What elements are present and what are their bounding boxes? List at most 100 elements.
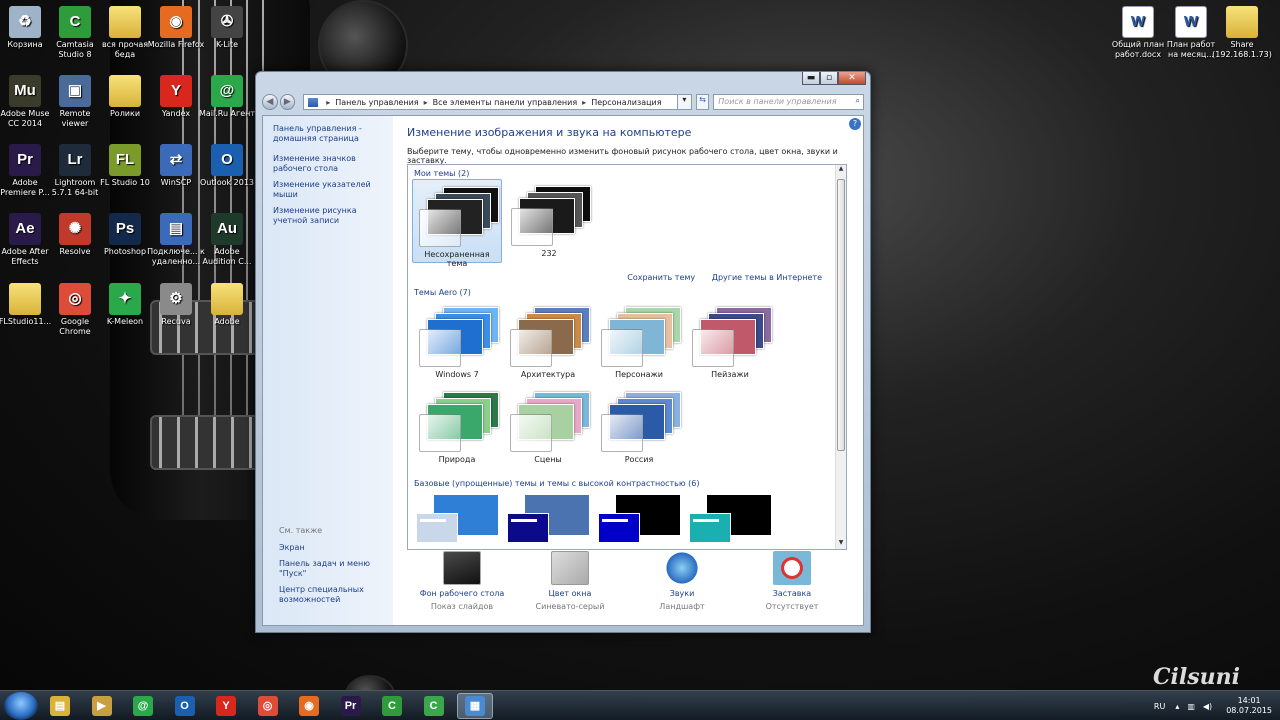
- network-icon[interactable]: ▥: [1187, 702, 1195, 711]
- link-desktop-icons[interactable]: Изменение значков рабочего стола: [273, 154, 383, 174]
- taskbar: ▤ ▶ @ O Y ◎ ◉ Pr C C ▦ RU ▴ ▥ ◀) 14:01 08.07.2015: [0, 690, 1280, 720]
- resolve-icon: ✺: [59, 213, 91, 245]
- remote-desktop-icon: ▤: [160, 213, 192, 245]
- back-button[interactable]: ◀: [262, 94, 278, 110]
- theme-item[interactable]: Природа: [412, 385, 502, 469]
- window-client-area: Панель управления - домашняя страница Из…: [262, 115, 864, 626]
- sounds-icon: [663, 551, 701, 585]
- basic-theme-item[interactable]: [503, 491, 593, 549]
- link-control-panel-home[interactable]: Панель управления - домашняя страница: [273, 124, 383, 144]
- desktop-icon[interactable]: ✇ K-Lite: [197, 6, 257, 50]
- theme-preview: [417, 183, 499, 247]
- desktop-icon[interactable]: W Общий план работ.docx: [1108, 6, 1168, 60]
- desktop-icon[interactable]: Au Adobe Audition C...: [197, 213, 257, 267]
- basic-theme-item[interactable]: [594, 491, 684, 549]
- theme-item[interactable]: Персонажи: [594, 300, 684, 384]
- adobe-muse-icon: Mu: [9, 75, 41, 107]
- address-bar[interactable]: ▸ Панель управления ▸ Все элементы панел…: [303, 94, 679, 110]
- bottom-setting[interactable]: Цвет окна Синевато-серый: [515, 551, 625, 611]
- chrome-icon[interactable]: ◎: [250, 693, 286, 719]
- taskbar-glyph: O: [174, 696, 195, 716]
- close-button[interactable]: ✕: [838, 72, 866, 85]
- basic-theme-item[interactable]: [685, 491, 775, 549]
- folder-icon: [109, 75, 141, 107]
- bottom-setting-link[interactable]: Заставка: [737, 589, 847, 598]
- theme-item[interactable]: Windows 7: [412, 300, 502, 384]
- breadcrumb-personalization[interactable]: Персонализация: [591, 98, 661, 107]
- bottom-setting-link[interactable]: Фон рабочего стола: [407, 589, 517, 598]
- maximize-button[interactable]: ▫: [820, 72, 838, 85]
- theme-color-swatch: [510, 329, 552, 367]
- bottom-setting[interactable]: Заставка Отсутствует: [737, 551, 847, 611]
- forward-button[interactable]: ▶: [279, 94, 296, 110]
- link-taskbar-start-menu[interactable]: Панель задач и меню "Пуск": [279, 559, 394, 579]
- desktop-icon[interactable]: O Outlook 2013: [197, 144, 257, 188]
- fl-studio-icon: FL: [109, 144, 141, 176]
- link-account-picture[interactable]: Изменение рисунка учетной записи: [273, 206, 383, 226]
- taskbar-glyph: ▦: [465, 696, 485, 716]
- breadcrumb-control-panel[interactable]: Панель управления: [335, 98, 418, 107]
- link-ease-of-access[interactable]: Центр специальных возможностей: [279, 585, 394, 605]
- theme-item[interactable]: Несохраненная тема: [412, 179, 502, 268]
- theme-preview: [417, 303, 499, 367]
- start-button[interactable]: [4, 692, 38, 720]
- minimize-button[interactable]: ▬: [802, 72, 820, 85]
- theme-label: Несохраненная тема: [424, 250, 490, 268]
- theme-list[interactable]: Мои темы (2) Несохраненная тема 232 Сохра…: [407, 164, 847, 550]
- taskbar-glyph: ▤: [50, 696, 70, 716]
- explorer-icon[interactable]: ▤: [42, 693, 78, 719]
- theme-item[interactable]: Сцены: [503, 385, 593, 469]
- word-doc-icon: W: [1175, 6, 1207, 38]
- media-player-icon[interactable]: ▶: [84, 693, 120, 719]
- search-input[interactable]: Поиск в панели управления ⌕: [713, 94, 865, 110]
- tray-arrow-icon[interactable]: ▴: [1175, 702, 1179, 711]
- help-button[interactable]: ?: [849, 118, 861, 130]
- desktop-icon[interactable]: Adobe: [197, 283, 257, 327]
- online-themes-link[interactable]: Другие темы в Интернете: [712, 273, 822, 282]
- volume-icon[interactable]: ◀): [1203, 702, 1212, 711]
- theme-list-scrollbar[interactable]: ▲ ▼: [835, 165, 846, 549]
- theme-color-swatch: [419, 209, 461, 247]
- mailru-agent-icon[interactable]: @: [125, 693, 161, 719]
- outlook-icon[interactable]: O: [167, 693, 203, 719]
- firefox-icon: ◉: [160, 6, 192, 38]
- camtasia-recorder-icon[interactable]: C: [374, 693, 410, 719]
- desktop-icon[interactable]: Share (192.168.1.73): [1212, 6, 1272, 60]
- firefox-icon[interactable]: ◉: [291, 693, 327, 719]
- bottom-setting[interactable]: Фон рабочего стола Показ слайдов: [407, 551, 517, 611]
- clock[interactable]: 14:01 08.07.2015: [1226, 696, 1272, 716]
- save-theme-link[interactable]: Сохранить тему: [627, 273, 695, 282]
- bottom-setting-link[interactable]: Звуки: [627, 589, 737, 598]
- theme-item[interactable]: Архитектура: [503, 300, 593, 384]
- theme-preview: [599, 388, 681, 452]
- premiere-icon: Pr: [9, 144, 41, 176]
- desktop-icon-label: Общий план работ.docx: [1111, 40, 1165, 59]
- premiere-icon[interactable]: Pr: [333, 693, 369, 719]
- camtasia-studio-icon[interactable]: C: [416, 693, 452, 719]
- scrollbar-thumb[interactable]: [837, 179, 845, 451]
- language-indicator[interactable]: RU: [1154, 702, 1165, 711]
- breadcrumb-all-items[interactable]: Все элементы панели управления: [433, 98, 578, 107]
- bottom-setting-link[interactable]: Цвет окна: [515, 589, 625, 598]
- search-icon: ⌕: [855, 96, 861, 105]
- bottom-setting[interactable]: Звуки Ландшафт: [627, 551, 737, 611]
- basic-theme-item[interactable]: [412, 491, 502, 549]
- control-panel-icon: [308, 97, 319, 107]
- refresh-button[interactable]: ⇆: [695, 94, 710, 110]
- yandex-icon[interactable]: Y: [208, 693, 244, 719]
- theme-label: Сцены: [534, 455, 562, 464]
- link-mouse-pointers[interactable]: Изменение указателей мыши: [273, 180, 383, 200]
- taskbar-glyph: C: [423, 696, 444, 716]
- theme-item[interactable]: Пейзажи: [685, 300, 775, 384]
- scroll-up-icon[interactable]: ▲: [836, 165, 846, 175]
- control-panel-icon[interactable]: ▦: [457, 693, 493, 719]
- desktop-icon-label: Adobe: [214, 317, 240, 326]
- theme-item[interactable]: Россия: [594, 385, 684, 469]
- theme-item[interactable]: 232: [504, 179, 594, 263]
- desktop-icon[interactable]: @ Mail.Ru Агент: [197, 75, 257, 119]
- address-dropdown-button[interactable]: ▾: [678, 94, 692, 110]
- personalization-settings-bar: Фон рабочего стола Показ слайдов Цвет окна…: [407, 545, 863, 625]
- see-also-header: См. также: [279, 526, 323, 535]
- link-display[interactable]: Экран: [279, 543, 394, 553]
- theme-preview: [508, 303, 590, 367]
